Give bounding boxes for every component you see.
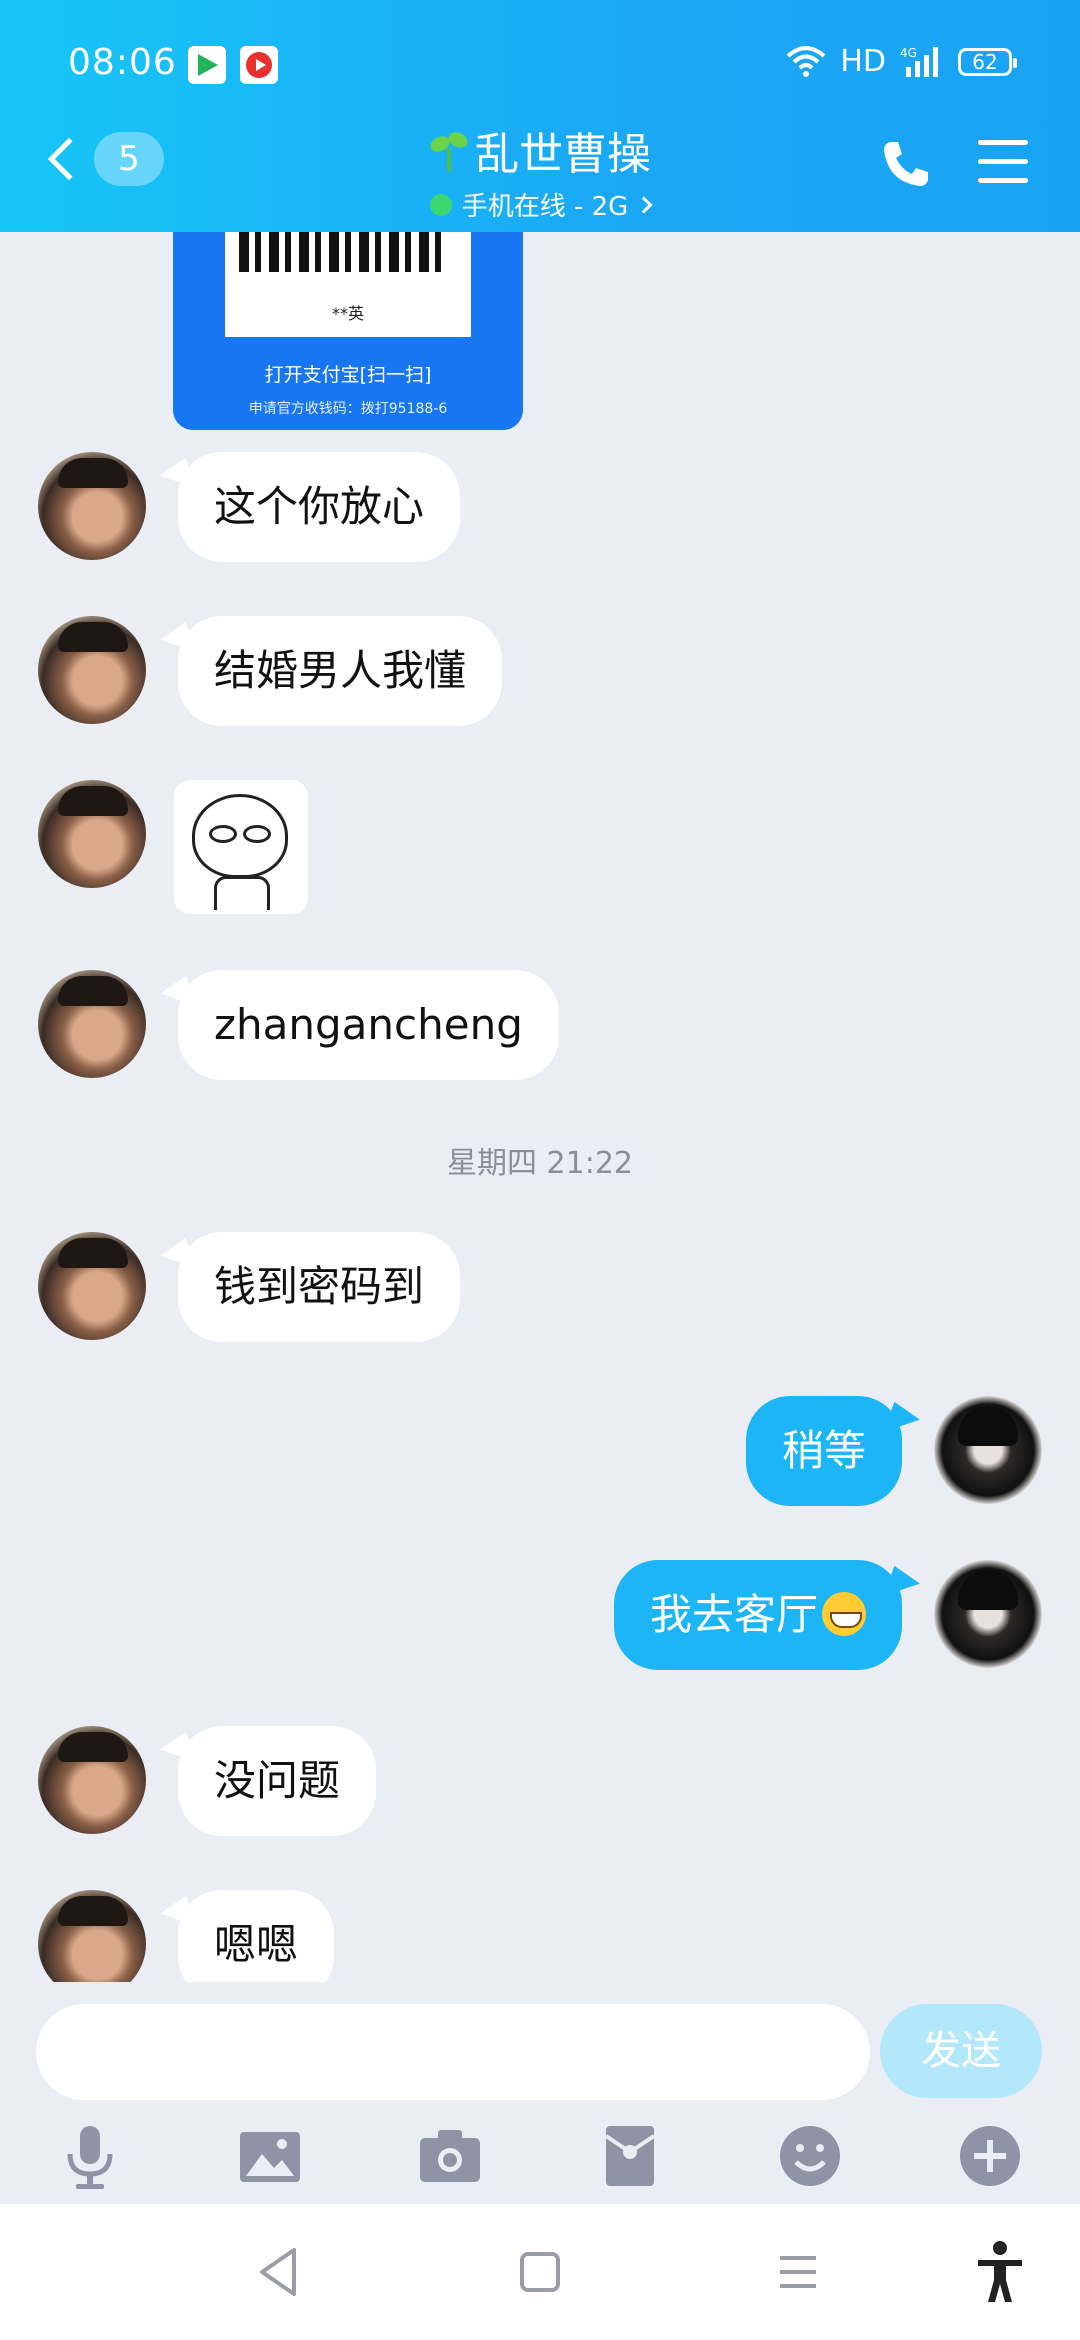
message-bubble[interactable]: 这个你放心 [178,452,461,562]
message-row: 这个你放心 [0,452,1080,562]
message-bubble[interactable]: 我去客厅 [613,1560,902,1670]
contact-avatar[interactable] [38,1890,146,1982]
chat-header: 08:06 HD 4G 62 5 乱世曹操 手机在线 - 2G [0,0,1080,232]
qr-payee-name: **英 [331,304,364,323]
contact-avatar[interactable] [38,780,146,888]
message-bubble[interactable]: 没问题 [178,1726,377,1836]
grin-emoji-icon [822,1591,866,1636]
message-list[interactable]: **英 打开支付宝[扫一扫] 申请官方收钱码：拨打95188-6 这个你放心 结… [0,232,1080,1982]
presence-status[interactable]: 手机在线 - 2G [429,186,653,223]
message-row: zhangancheng [0,970,1080,1080]
message-row: 嗯嗯 [0,1890,1080,1982]
phone-icon[interactable] [880,138,932,194]
contact-avatar[interactable] [38,616,146,724]
chevron-right-icon [635,196,653,213]
message-timestamp: 星期四 21:22 [447,1146,633,1181]
qr-code-icon [239,232,449,272]
message-bubble[interactable]: 稍等 [745,1396,902,1506]
nav-home-icon[interactable] [516,2244,564,2304]
message-row: 我去客厅 [0,1560,1080,1670]
contact-avatar[interactable] [38,1232,146,1340]
contact-avatar[interactable] [38,970,146,1078]
composer: 发送 [0,1982,1080,2100]
nav-back-icon[interactable] [254,2244,302,2304]
contact-avatar[interactable] [38,452,146,560]
message-row [0,780,1080,914]
camera-icon[interactable] [414,2120,486,2192]
media-app-icon [240,46,278,84]
sticker-face-icon [192,794,288,878]
nav-recents-icon[interactable] [774,2244,822,2304]
message-row: 结婚男人我懂 [0,616,1080,726]
message-bubble[interactable]: 嗯嗯 [178,1890,335,1982]
status-time: 08:06 [68,42,177,83]
composer-toolbar [0,2100,1080,2204]
message-input[interactable] [36,2004,870,2100]
message-row: 钱到密码到 [0,1232,1080,1342]
qr-code-area: **英 [225,232,471,337]
wifi-icon [786,45,826,78]
accessibility-icon[interactable] [974,2240,1026,2308]
sticker-image[interactable] [174,780,308,914]
message-bubble[interactable]: 钱到密码到 [178,1232,461,1342]
hd-label: HD [840,44,886,79]
online-dot-icon [429,193,452,216]
sprout-icon [429,128,469,172]
signal-icon: 4G [900,45,944,79]
red-packet-icon[interactable] [594,2120,666,2192]
battery-indicator: 62 [958,47,1017,76]
my-avatar[interactable] [934,1396,1042,1504]
message-bubble[interactable]: zhangancheng [178,970,559,1080]
emoji-icon[interactable] [774,2120,846,2192]
video-app-icon [188,46,226,84]
qr-scan-text: 打开支付宝[扫一扫] [264,364,432,386]
image-icon[interactable] [234,2120,306,2192]
send-button[interactable]: 发送 [880,2004,1042,2098]
svg-text:4G: 4G [900,46,917,60]
status-indicators: HD 4G 62 [786,44,1017,79]
message-bubble[interactable]: 结婚男人我懂 [178,616,503,726]
qr-footer-text: 申请官方收钱码：拨打95188-6 [248,401,448,417]
my-avatar[interactable] [934,1560,1042,1668]
system-nav-bar [0,2204,1080,2340]
contact-avatar[interactable] [38,1726,146,1834]
contact-name: 乱世曹操 [475,129,651,180]
sticker-body [214,876,270,910]
mic-icon[interactable] [54,2120,126,2192]
plus-icon[interactable] [954,2120,1026,2192]
message-row: 没问题 [0,1726,1080,1836]
payment-qr-card[interactable]: **英 打开支付宝[扫一扫] 申请官方收钱码：拨打95188-6 [173,232,523,430]
message-row: 稍等 [0,1396,1080,1506]
presence-text: 手机在线 - 2G [461,192,629,222]
message-text: 我去客厅 [649,1590,818,1639]
menu-icon[interactable] [978,140,1028,197]
